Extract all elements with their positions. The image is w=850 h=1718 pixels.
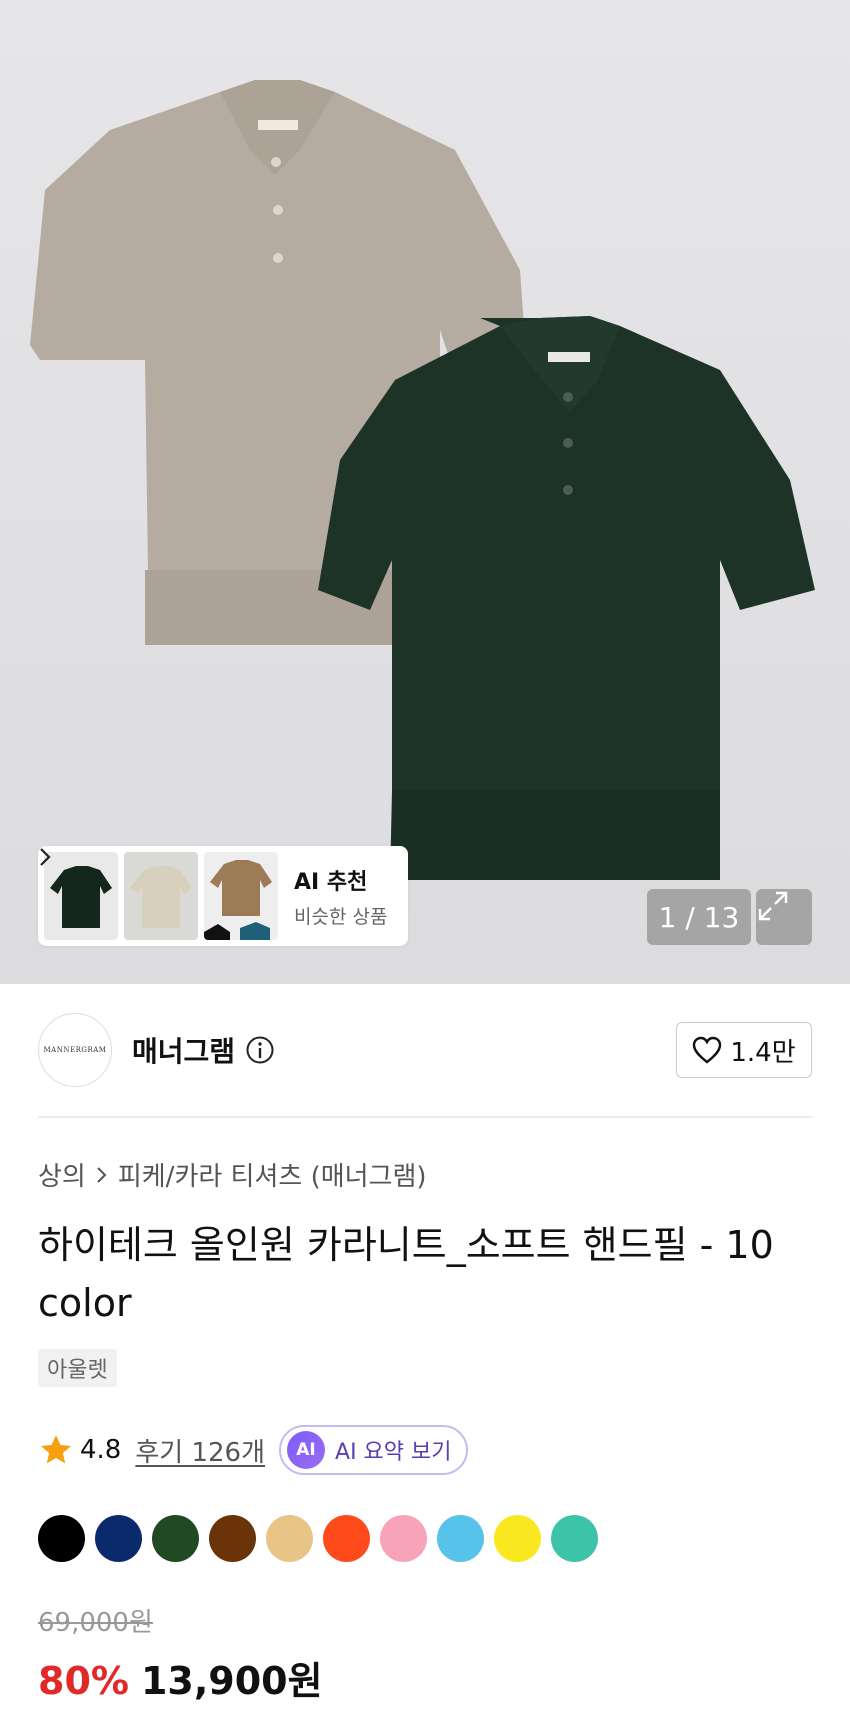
product-title: 하이테크 올인원 카라니트_소프트 핸드필 - 10 color <box>38 1223 774 1325</box>
chevron-right-icon <box>40 848 51 866</box>
price-row: 80% 13,900원 <box>38 1650 323 1705</box>
expand-button[interactable] <box>756 889 812 945</box>
rating-row: 4.8 후기 126개 AI AI 요약 보기 <box>38 1425 468 1475</box>
breadcrumb-subcategory[interactable]: 피케/카라 티셔츠 (매너그램) <box>118 1156 427 1193</box>
like-button[interactable]: 1.4만 <box>676 1022 812 1078</box>
color-swatch[interactable] <box>38 1515 85 1562</box>
ai-recommend-title: AI 추천 <box>294 869 368 895</box>
breadcrumb: 상의 피케/카라 티셔츠 (매너그램) <box>38 1156 427 1193</box>
similar-thumb-brown[interactable] <box>204 852 278 940</box>
color-swatches <box>38 1515 598 1562</box>
color-swatch[interactable] <box>437 1515 484 1562</box>
brand-row: MANNERGRAM 매너그램 1.4만 <box>38 1012 812 1088</box>
divider <box>38 1116 812 1118</box>
review-link[interactable]: 후기 126개 <box>135 1432 265 1469</box>
ai-recommend-subtitle: 비슷한 상품 <box>294 905 388 928</box>
color-swatch[interactable] <box>551 1515 598 1562</box>
similar-thumb-beige[interactable] <box>124 852 198 940</box>
discount-rate: 80% <box>38 1659 129 1703</box>
breadcrumb-category[interactable]: 상의 <box>38 1156 86 1193</box>
rating-value: 4.8 <box>80 1435 122 1465</box>
image-counter: 1 / 13 <box>647 889 751 945</box>
color-swatch[interactable] <box>380 1515 427 1562</box>
ai-summary-button[interactable]: AI AI 요약 보기 <box>279 1425 468 1475</box>
color-swatch[interactable] <box>323 1515 370 1562</box>
heart-icon <box>693 1036 722 1064</box>
similar-thumb-green[interactable] <box>44 852 118 940</box>
outlet-tag: 아울렛 <box>38 1349 117 1387</box>
chevron-right-icon <box>97 1166 107 1183</box>
sale-price: 13,900원 <box>140 1659 323 1703</box>
brand-logo-text: MANNERGRAM <box>43 1046 107 1054</box>
color-swatch[interactable] <box>152 1515 199 1562</box>
info-icon[interactable] <box>245 1035 275 1065</box>
product-image-gallery[interactable]: AI 추천 비슷한 상품 1 / 13 <box>0 0 850 984</box>
like-count: 1.4만 <box>730 1037 796 1068</box>
brand-name[interactable]: 매너그램 <box>132 1030 235 1070</box>
expand-icon <box>758 891 788 921</box>
color-swatch[interactable] <box>494 1515 541 1562</box>
star-icon <box>41 1435 71 1464</box>
brand-logo[interactable]: MANNERGRAM <box>38 1013 112 1087</box>
product-photo <box>30 80 815 880</box>
color-swatch[interactable] <box>266 1515 313 1562</box>
color-swatch[interactable] <box>209 1515 256 1562</box>
ai-summary-label: AI 요약 보기 <box>335 1440 452 1465</box>
ai-badge-icon: AI <box>287 1431 326 1469</box>
original-price: 69,000원 <box>38 1608 153 1638</box>
color-swatch[interactable] <box>95 1515 142 1562</box>
ai-recommend-panel[interactable]: AI 추천 비슷한 상품 <box>38 846 408 946</box>
